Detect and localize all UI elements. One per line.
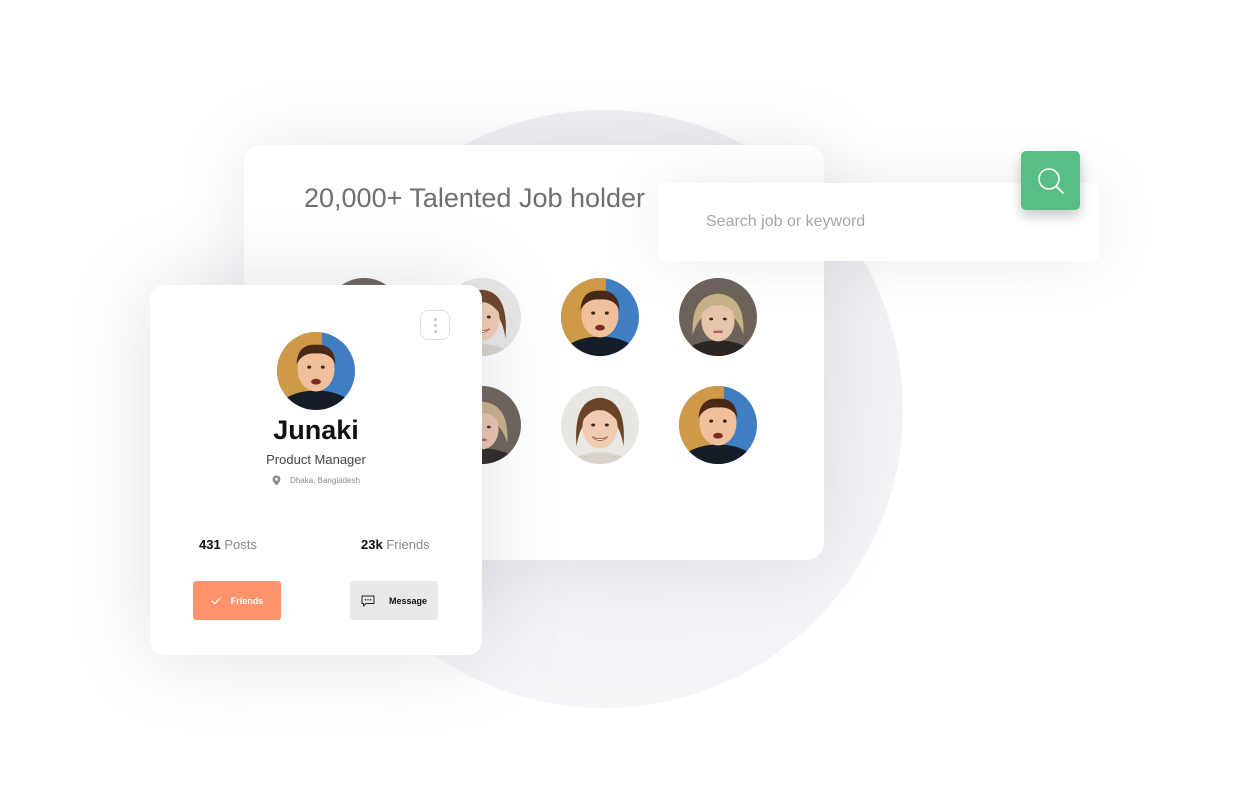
profile-name: Junaki bbox=[273, 415, 359, 445]
message-button[interactable]: Message bbox=[350, 581, 438, 620]
check-icon bbox=[211, 596, 221, 604]
posts-label: Posts bbox=[224, 537, 257, 552]
friends-button-label: Friends bbox=[230, 595, 264, 606]
search-input[interactable] bbox=[706, 205, 1016, 239]
search-button[interactable] bbox=[1021, 151, 1080, 210]
profile-location: Dhaka, Bangladesh bbox=[150, 475, 482, 486]
kebab-menu-button[interactable] bbox=[420, 310, 450, 340]
map-pin-icon bbox=[272, 475, 281, 486]
friends-count: 23k bbox=[361, 537, 383, 552]
chat-bubble-icon bbox=[361, 595, 375, 606]
profile-role: Product Manager bbox=[266, 452, 366, 467]
friends-stat: 23k Friends bbox=[361, 537, 430, 552]
friends-label: Friends bbox=[386, 537, 430, 552]
talent-avatar-7[interactable] bbox=[679, 386, 757, 464]
profile-card: Junaki Product Manager Dhaka, Bangladesh… bbox=[150, 285, 482, 655]
talent-avatar-6[interactable] bbox=[561, 386, 639, 464]
profile-location-text: Dhaka, Bangladesh bbox=[290, 476, 360, 485]
talent-avatar-4[interactable] bbox=[679, 278, 757, 356]
posts-count: 431 bbox=[199, 537, 221, 552]
kebab-menu-icon bbox=[433, 317, 437, 321]
message-button-label: Message bbox=[388, 595, 428, 606]
talent-card-title: 20,000+ Talented Job holder bbox=[304, 183, 646, 213]
friends-button[interactable]: Friends bbox=[193, 581, 281, 620]
posts-stat: 431 Posts bbox=[199, 537, 257, 552]
search-icon bbox=[1037, 167, 1064, 194]
talent-avatar-3[interactable] bbox=[561, 278, 639, 356]
profile-avatar bbox=[277, 332, 355, 410]
